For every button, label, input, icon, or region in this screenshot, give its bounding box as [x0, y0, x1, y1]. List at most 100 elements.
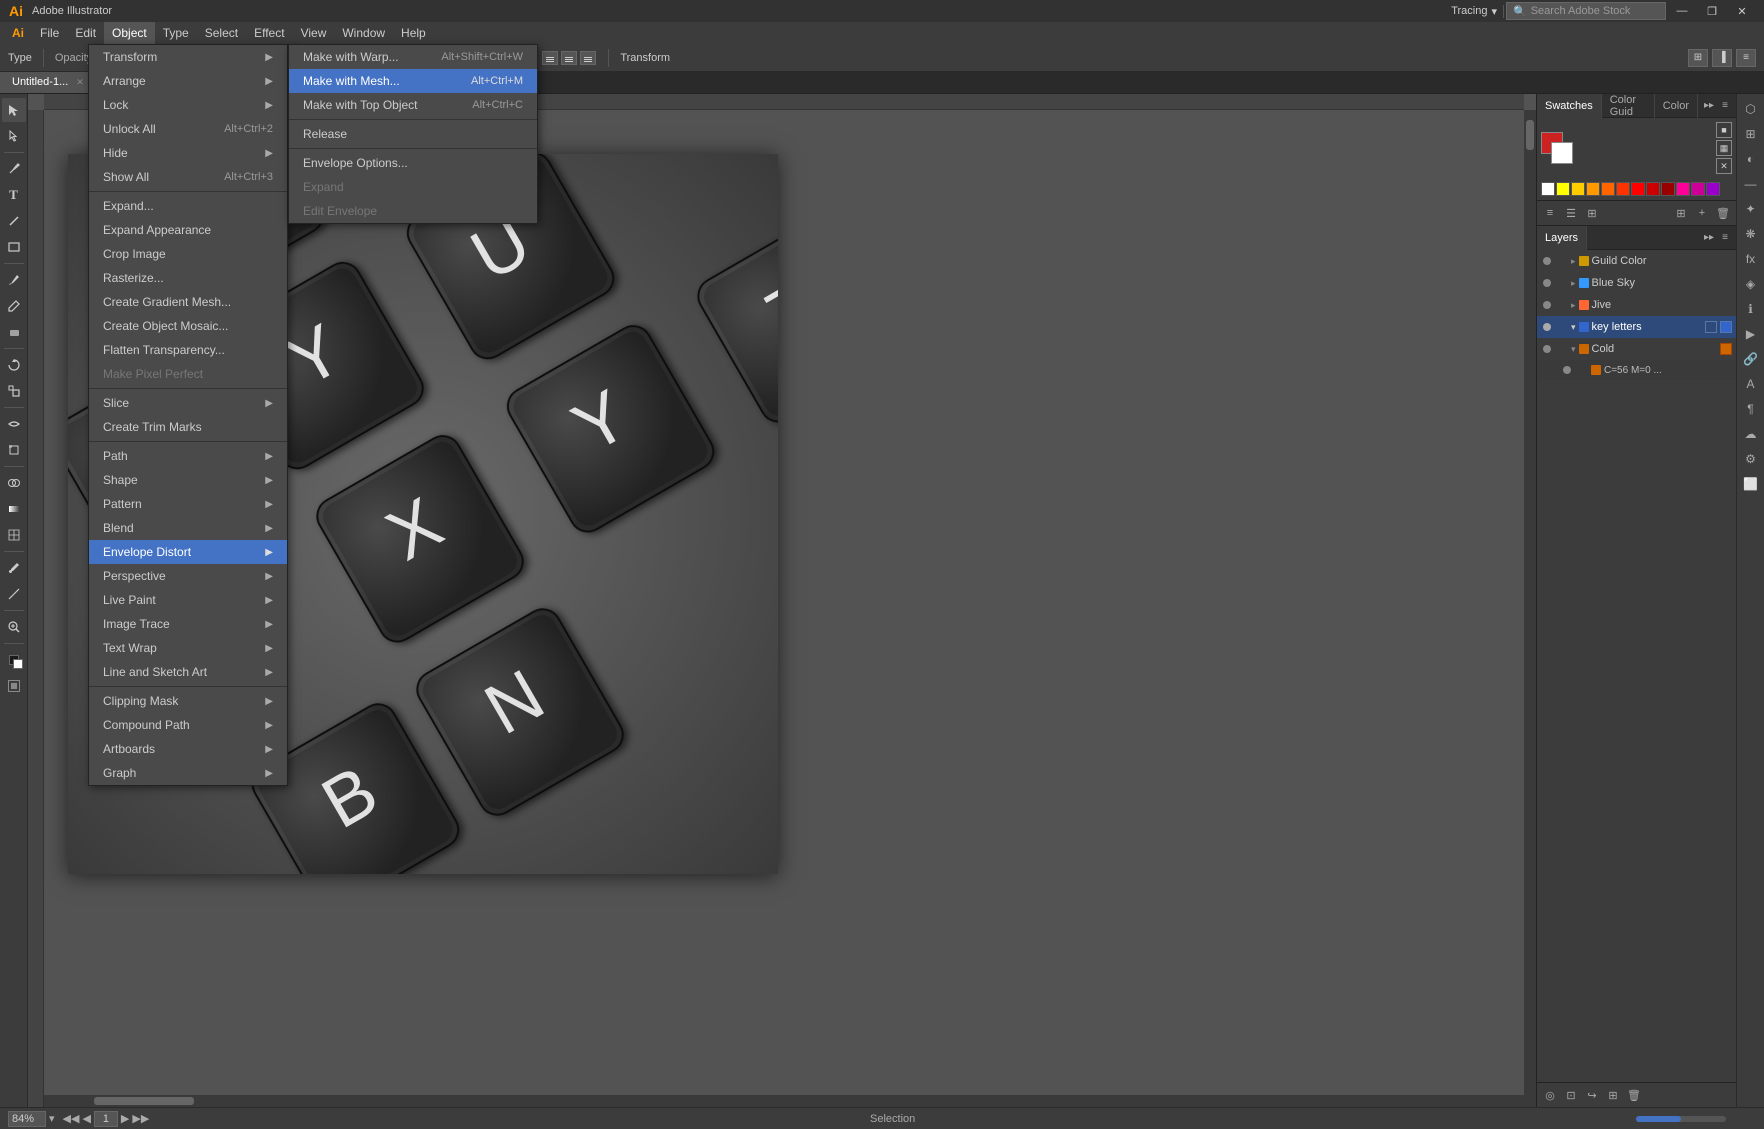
swatch-item[interactable]: [1541, 182, 1555, 196]
menu-item-text-wrap[interactable]: Text Wrap ▶: [89, 636, 287, 660]
eraser-tool-button[interactable]: [2, 320, 26, 344]
info-panel-icon[interactable]: ℹ: [1740, 298, 1762, 320]
background-swatch[interactable]: [1551, 142, 1573, 164]
menu-item-hide[interactable]: Hide ▶: [89, 141, 287, 165]
menu-button[interactable]: ≡: [1736, 49, 1756, 67]
layer-expand-cold[interactable]: ▾: [1571, 344, 1576, 355]
swatch-item[interactable]: [1706, 182, 1720, 196]
minimize-button[interactable]: —: [1668, 0, 1696, 22]
graphic-styles-panel-icon[interactable]: fx: [1740, 248, 1762, 270]
menu-item-slice[interactable]: Slice ▶: [89, 391, 287, 415]
scrollbar-thumb-v[interactable]: [1526, 120, 1534, 150]
appearance-panel-icon[interactable]: ◈: [1740, 273, 1762, 295]
show-swatch-kinds-btn[interactable]: ☰: [1562, 204, 1580, 222]
page-input[interactable]: [94, 1111, 118, 1127]
menu-item-pattern[interactable]: Pattern ▶: [89, 492, 287, 516]
gradient-tool-button[interactable]: [2, 497, 26, 521]
layers-expand-icon[interactable]: ▸▸: [1702, 231, 1716, 245]
paragraph-styles-panel-icon[interactable]: ¶: [1740, 398, 1762, 420]
scrollbar-thumb-h[interactable]: [94, 1097, 194, 1105]
prev-page-icon[interactable]: ◀◀: [63, 1112, 80, 1125]
layer-visibility-key-letters[interactable]: [1541, 321, 1553, 333]
panel-menu-icon[interactable]: ≡: [1718, 99, 1732, 113]
menu-item-create-object-mosaic[interactable]: Create Object Mosaic...: [89, 314, 287, 338]
actions-panel-icon[interactable]: ▶: [1740, 323, 1762, 345]
menu-help[interactable]: Help: [393, 22, 434, 44]
pathfinder-panel-icon[interactable]: ◐: [1740, 148, 1762, 170]
zoom-tool-button[interactable]: [2, 615, 26, 639]
menu-file[interactable]: File: [32, 22, 67, 44]
rotate-tool-button[interactable]: [2, 353, 26, 377]
stroke-panel-icon[interactable]: —: [1740, 173, 1762, 195]
new-color-group-btn[interactable]: ⊞: [1672, 204, 1690, 222]
layers-menu-icon[interactable]: ≡: [1718, 231, 1732, 245]
menu-item-perspective[interactable]: Perspective ▶: [89, 564, 287, 588]
submenu-envelope-options[interactable]: Envelope Options...: [289, 151, 537, 175]
next-page-icon[interactable]: ▶▶: [132, 1112, 149, 1125]
layer-item-key-letters[interactable]: ▾ key letters: [1537, 316, 1736, 338]
fg-bg-swatches[interactable]: [1541, 132, 1573, 164]
links-panel-icon[interactable]: 🔗: [1740, 348, 1762, 370]
submenu-make-with-mesh[interactable]: Make with Mesh... Alt+Ctrl+M: [289, 69, 537, 93]
menu-item-line-sketch-art[interactable]: Line and Sketch Art ▶: [89, 660, 287, 684]
layer-target-key-letters[interactable]: [1705, 321, 1717, 333]
zoom-input[interactable]: [8, 1111, 46, 1127]
measure-tool-button[interactable]: [2, 582, 26, 606]
eyedropper-tool-button[interactable]: [2, 556, 26, 580]
properties-panel-icon[interactable]: ⚙: [1740, 448, 1762, 470]
menu-item-rasterize[interactable]: Rasterize...: [89, 266, 287, 290]
prev-single-icon[interactable]: ◀: [82, 1112, 90, 1125]
menu-item-envelope-distort[interactable]: Envelope Distort ▶: [89, 540, 287, 564]
locate-object-btn[interactable]: ◎: [1541, 1086, 1559, 1104]
pencil-tool-button[interactable]: [2, 294, 26, 318]
layer-expand-guild[interactable]: ▸: [1571, 256, 1576, 267]
swatch-grid-btn[interactable]: ⊞: [1583, 204, 1601, 222]
layer-item-guild-color[interactable]: ▸ Guild Color: [1537, 250, 1736, 272]
doc-tab-untitled[interactable]: Untitled-1... ✕: [0, 71, 97, 93]
swatch-library-btn[interactable]: ≡: [1541, 204, 1559, 222]
menu-item-create-trim-marks[interactable]: Create Trim Marks: [89, 415, 287, 439]
menu-item-clipping-mask[interactable]: Clipping Mask ▶: [89, 689, 287, 713]
sub-layer-item-c56[interactable]: C=56 M=0 ...: [1537, 360, 1736, 380]
line-tool-button[interactable]: [2, 209, 26, 233]
menu-ai[interactable]: Ai: [4, 22, 32, 44]
new-swatch-btn[interactable]: +: [1693, 204, 1711, 222]
layer-visibility-blue-sky[interactable]: [1541, 277, 1553, 289]
layer-expand-blue-sky[interactable]: ▸: [1571, 278, 1576, 289]
align-center-button[interactable]: [561, 51, 577, 65]
tab-color[interactable]: Color: [1655, 94, 1698, 118]
none-mode-button[interactable]: ✕: [1716, 158, 1732, 174]
menu-item-unlock-all[interactable]: Unlock All Alt+Ctrl+2: [89, 117, 287, 141]
artboards-panel-icon[interactable]: ⬜: [1740, 473, 1762, 495]
transform-panel-icon[interactable]: ⬡: [1740, 98, 1762, 120]
sub-layer-visibility-c56[interactable]: [1561, 364, 1573, 376]
swatch-item[interactable]: [1646, 182, 1660, 196]
warp-tool-button[interactable]: [2, 412, 26, 436]
search-box[interactable]: 🔍: [1506, 2, 1666, 20]
menu-type[interactable]: Type: [155, 22, 197, 44]
menu-item-create-gradient-mesh[interactable]: Create Gradient Mesh...: [89, 290, 287, 314]
layer-visibility-cold[interactable]: [1541, 343, 1553, 355]
fill-stroke-button[interactable]: [2, 648, 26, 672]
selection-tool-button[interactable]: [2, 98, 26, 122]
submenu-make-with-warp[interactable]: Make with Warp... Alt+Shift+Ctrl+W: [289, 45, 537, 69]
search-input[interactable]: [1531, 5, 1659, 17]
align-panel-icon[interactable]: ⊞: [1740, 123, 1762, 145]
swatch-item[interactable]: [1691, 182, 1705, 196]
menu-item-path[interactable]: Path ▶: [89, 444, 287, 468]
make-clipping-mask-btn[interactable]: ⊡: [1562, 1086, 1580, 1104]
pen-tool-button[interactable]: [2, 157, 26, 181]
next-single-icon[interactable]: ▶: [121, 1112, 129, 1125]
vertical-scrollbar[interactable]: [1524, 110, 1536, 1107]
menu-item-live-paint[interactable]: Live Paint ▶: [89, 588, 287, 612]
menu-item-transform[interactable]: Transform ▶: [89, 45, 287, 69]
align-right-button[interactable]: [580, 51, 596, 65]
direct-selection-tool-button[interactable]: [2, 124, 26, 148]
zoom-arrow-icon[interactable]: ▾: [49, 1112, 55, 1125]
menu-item-flatten-transparency[interactable]: Flatten Transparency...: [89, 338, 287, 362]
shape-builder-tool-button[interactable]: [2, 471, 26, 495]
menu-item-show-all[interactable]: Show All Alt+Ctrl+3: [89, 165, 287, 189]
menu-item-graph[interactable]: Graph ▶: [89, 761, 287, 785]
mesh-tool-button[interactable]: [2, 523, 26, 547]
menu-item-image-trace[interactable]: Image Trace ▶: [89, 612, 287, 636]
